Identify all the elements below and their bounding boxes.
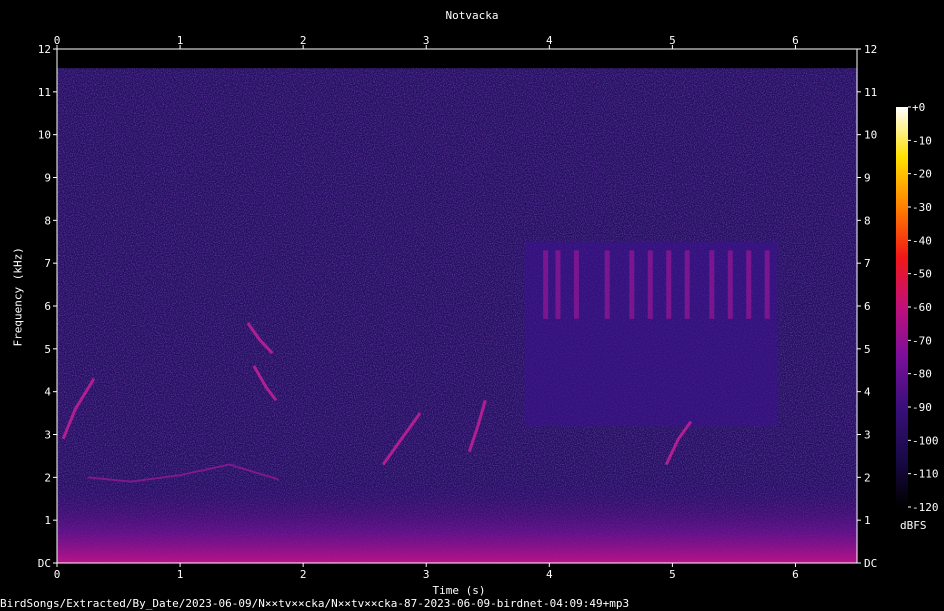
- colorbar-tick-label: -110: [912, 468, 939, 481]
- energy-streak: [746, 250, 752, 319]
- y-tick-label: 8: [44, 214, 51, 227]
- x-tick-label-top: 0: [54, 34, 61, 47]
- colorbar-gradient: [896, 107, 908, 507]
- y-tick-label: 1: [44, 514, 51, 527]
- y-axis-label: Frequency (kHz): [11, 247, 25, 347]
- colorbar-tick-label: +0: [912, 101, 925, 114]
- low-frequency-band: [57, 477, 857, 563]
- colorbar-tick-label: -20: [912, 168, 932, 181]
- y-tick-label: 10: [38, 129, 51, 142]
- y-tick-label-right: 4: [864, 386, 871, 399]
- y-tick-label-right: DC: [864, 557, 877, 570]
- plot-area: [57, 49, 857, 564]
- y-tick-label: 7: [44, 257, 51, 270]
- y-tick-label: 9: [44, 172, 51, 185]
- colorbar-tick-label: -120: [912, 501, 939, 514]
- y-tick-label: 5: [44, 343, 51, 356]
- colorbar-tick-label: -80: [912, 368, 932, 381]
- x-tick-label: 5: [669, 568, 676, 581]
- x-tick-label-top: 6: [792, 34, 799, 47]
- energy-streak: [727, 250, 733, 319]
- energy-streak: [573, 250, 579, 319]
- y-tick-label: 3: [44, 429, 51, 442]
- colorbar-tick-label: -60: [912, 301, 932, 314]
- x-tick-label: 3: [423, 568, 430, 581]
- y-tick-label: 11: [38, 86, 51, 99]
- colorbar-tick-label: -10: [912, 134, 932, 147]
- y-tick-label-right: 1: [864, 514, 871, 527]
- colorbar: +0 -10 -20 -30 -40 -50 -60 -70 -80 -90 -100 -110 -12…: [896, 101, 939, 514]
- x-tick-label: 4: [546, 568, 553, 581]
- colorbar-tick-label: -30: [912, 201, 932, 214]
- energy-streak: [555, 250, 561, 319]
- energy-streak: [709, 250, 715, 319]
- x-tick-label: 0: [54, 568, 61, 581]
- energy-streak: [647, 250, 653, 319]
- energy-streak: [684, 250, 690, 319]
- x-axis-label: Time (s): [432, 584, 486, 597]
- y-tick-label: 4: [44, 386, 51, 399]
- y-tick-label: DC: [38, 557, 51, 570]
- colorbar-tick-label: -70: [912, 334, 932, 347]
- x-tick-label: 2: [300, 568, 307, 581]
- file-path: BirdSongs/Extracted/By_Date/2023-06-09/N…: [0, 597, 630, 610]
- colorbar-tick-label: -50: [912, 268, 932, 281]
- y-tick-label-right: 5: [864, 343, 871, 356]
- y-tick-label-right: 9: [864, 172, 871, 185]
- y-tick-label: 6: [44, 300, 51, 313]
- y-tick-label-right: 12: [864, 43, 877, 56]
- x-tick-label: 6: [792, 568, 799, 581]
- colorbar-tick-label: -90: [912, 401, 932, 414]
- colorbar-tick-label: -40: [912, 234, 932, 247]
- x-tick-label-top: 1: [177, 34, 184, 47]
- energy-streak: [666, 250, 672, 319]
- spectrogram-figure: 00112233445566DC DC1 12 23 34 45 56 67 78 89 910 10…: [38, 34, 939, 581]
- x-tick-label: 1: [177, 568, 184, 581]
- energy-streak: [604, 250, 610, 319]
- y-tick-label-right: 10: [864, 129, 877, 142]
- colorbar-label: dBFS: [900, 519, 927, 532]
- x-tick-label-top: 4: [546, 34, 553, 47]
- x-tick-label-top: 2: [300, 34, 307, 47]
- y-tick-label-right: 3: [864, 429, 871, 442]
- y-tick-label: 2: [44, 471, 51, 484]
- colorbar-tick-label: -100: [912, 434, 939, 447]
- x-tick-label-top: 3: [423, 34, 430, 47]
- x-tick-label-top: 5: [669, 34, 676, 47]
- y-tick-label-right: 7: [864, 257, 871, 270]
- energy-streak: [629, 250, 635, 319]
- y-tick-label-right: 6: [864, 300, 871, 313]
- chart-title: Notvacka: [445, 9, 499, 22]
- y-tick-label-right: 2: [864, 471, 871, 484]
- y-tick-label-right: 11: [864, 86, 877, 99]
- energy-streak: [543, 250, 549, 319]
- y-tick-label-right: 8: [864, 214, 871, 227]
- energy-streak: [764, 250, 770, 319]
- y-tick-label: 12: [38, 43, 51, 56]
